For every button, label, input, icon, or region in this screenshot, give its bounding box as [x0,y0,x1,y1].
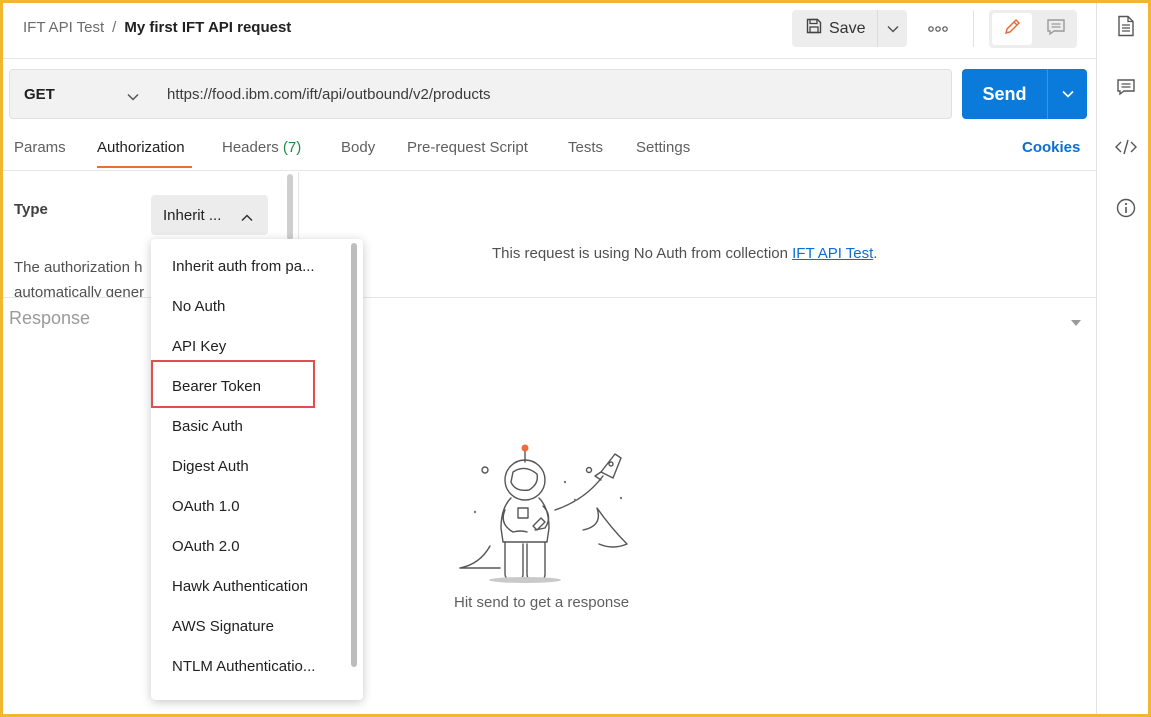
auth-type-label: Type [14,201,48,218]
no-auth-message-text: This request is using No Auth from colle… [492,245,793,262]
dropdown-scrollbar[interactable] [351,243,357,667]
comments-button[interactable] [1114,77,1138,101]
no-auth-message-suffix: . [873,245,878,262]
collection-link[interactable]: IFT API Test [792,245,873,262]
info-icon [1116,198,1136,223]
code-icon [1115,138,1137,161]
header-separator [3,58,1096,59]
edit-mode-button[interactable] [992,13,1032,45]
save-label: Save [829,19,866,37]
active-tab-indicator [97,166,192,168]
response-title: Response [9,308,91,328]
auth-option-ntlm[interactable]: NTLM Authenticatio... [172,658,315,675]
documentation-icon [1117,15,1135,42]
tab-settings[interactable]: Settings [636,139,690,156]
method-value: GET [24,85,55,103]
caret-down-icon [1070,314,1082,331]
auth-description-line2: automatically gener [14,284,145,298]
method-select[interactable]: GET [9,69,154,119]
send-button-group: Send [962,69,1087,119]
right-sidebar-divider [1096,3,1097,714]
save-button-group: Save [792,10,907,47]
tab-headers-label: Headers [222,139,279,156]
bearer-token-highlight-box [151,360,315,408]
save-button[interactable]: Save [792,10,877,47]
auth-description-line1: The authorization h [14,259,143,276]
comment-mode-button[interactable] [1037,13,1074,45]
no-auth-message: This request is using No Auth from colle… [492,245,877,262]
auth-option-aws-signature[interactable]: AWS Signature [172,618,274,635]
info-button[interactable] [1114,198,1138,222]
chevron-down-icon [127,88,139,105]
tab-headers[interactable]: Headers (7) [222,139,301,156]
send-options-button[interactable] [1048,69,1087,119]
auth-option-inherit[interactable]: Inherit auth from pa... [172,258,315,275]
astronaut-illustration [455,440,645,595]
tab-params[interactable]: Params [14,139,66,156]
auth-option-oauth1[interactable]: OAuth 1.0 [172,498,240,515]
view-mode-toggle [989,10,1077,48]
url-input[interactable]: https://food.ibm.com/ift/api/outbound/v2… [153,69,952,119]
response-collapse-button[interactable] [1070,314,1082,332]
cookies-link[interactable]: Cookies [1022,139,1080,156]
chevron-up-icon [241,209,253,226]
auth-option-api-key[interactable]: API Key [172,338,226,355]
tabs-separator [3,170,1096,171]
chevron-down-icon [1061,85,1074,103]
auth-option-basic-auth[interactable]: Basic Auth [172,418,243,435]
breadcrumb: IFT API Test / My first IFT API request [23,19,291,36]
more-options-button[interactable] [926,18,950,38]
url-value: https://food.ibm.com/ift/api/outbound/v2… [167,85,491,103]
request-title[interactable]: My first IFT API request [124,19,291,36]
more-options-icon [928,19,948,37]
send-button[interactable]: Send [962,69,1047,119]
tab-body[interactable]: Body [341,139,375,156]
auth-option-digest-auth[interactable]: Digest Auth [172,458,249,475]
response-hint: Hit send to get a response [454,594,630,611]
auth-option-oauth2[interactable]: OAuth 2.0 [172,538,240,555]
tab-headers-count: (7) [282,139,302,156]
chevron-down-icon [886,20,899,38]
comment-icon [1046,18,1066,41]
header-divider [973,10,974,47]
auth-option-no-auth[interactable]: No Auth [172,298,225,315]
auth-type-dropdown: Inherit auth from pa... No Auth API Key … [151,239,363,700]
code-snippet-button[interactable] [1114,137,1138,161]
tab-pre-request-script[interactable]: Pre-request Script [407,139,528,156]
save-icon [805,17,823,40]
documentation-button[interactable] [1114,15,1138,42]
tab-authorization[interactable]: Authorization [97,139,185,156]
breadcrumb-collection[interactable]: IFT API Test [23,19,104,36]
save-options-button[interactable] [878,10,907,47]
auth-pane-scrollbar[interactable] [287,174,293,240]
comments-icon [1116,78,1136,101]
breadcrumb-separator: / [112,19,117,36]
auth-type-value: Inherit ... [163,206,222,224]
auth-type-select[interactable]: Inherit ... [151,195,268,235]
tab-tests[interactable]: Tests [568,139,603,156]
pencil-icon [1002,17,1022,42]
auth-option-hawk[interactable]: Hawk Authentication [172,578,308,595]
